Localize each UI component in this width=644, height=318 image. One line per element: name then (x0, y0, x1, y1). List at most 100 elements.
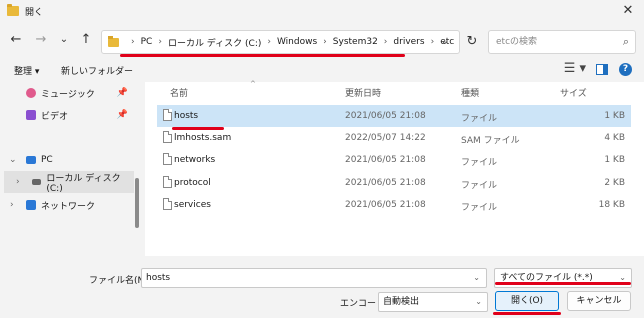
filename-input[interactable]: hosts ⌄ (141, 268, 487, 288)
file-name: lmhosts.sam (174, 133, 232, 143)
column-header-modified[interactable]: 更新日時 (345, 86, 381, 99)
column-header-size[interactable]: サイズ (560, 86, 587, 99)
chevron-right-icon[interactable]: › (16, 177, 20, 187)
file-icon (163, 109, 172, 121)
new-folder-button[interactable]: 新しいフォルダー (61, 64, 133, 77)
chevron-right-icon[interactable]: › (158, 37, 162, 47)
window-title: 開く (25, 7, 44, 18)
file-name: protocol (174, 178, 211, 188)
file-type: ファイル (461, 181, 498, 191)
chevron-down-icon[interactable]: ⌄ (441, 36, 449, 47)
file-icon (163, 153, 172, 165)
sidebar-scrollbar[interactable] (135, 178, 139, 228)
chevron-down-icon[interactable]: ⌄ (9, 155, 17, 165)
chevron-right-icon[interactable]: › (431, 37, 435, 47)
navigation-pane: ミュージック 📌 ビデオ 📌 ⌄ PC › ローカル ディスク (C:) › ネ… (0, 82, 140, 256)
chevron-right-icon[interactable]: › (384, 37, 388, 47)
pin-icon: 📌 (116, 88, 128, 98)
file-size: 18 KB (598, 200, 625, 210)
sidebar-item-pc[interactable]: ⌄ PC (0, 149, 134, 171)
sidebar-item-label: ビデオ (41, 111, 69, 122)
sidebar-item-network[interactable]: › ネットワーク (0, 194, 134, 216)
file-name: services (174, 200, 211, 210)
file-modified: 2021/06/05 21:08 (345, 200, 426, 210)
close-icon[interactable]: ✕ (620, 3, 636, 19)
address-bar[interactable]: › PC › ローカル ディスク (C:) › Windows › System… (101, 30, 460, 54)
file-size: 1 KB (604, 111, 625, 121)
file-size: 1 KB (604, 155, 625, 165)
open-button[interactable]: 開く(O) (495, 291, 559, 311)
breadcrumb-windows[interactable]: Windows (277, 37, 317, 47)
annotation-underline-filter (495, 282, 631, 285)
file-type: SAM ファイル (461, 136, 520, 146)
column-header-type[interactable]: 種類 (461, 86, 479, 99)
sidebar-item-video[interactable]: ビデオ 📌 (0, 104, 134, 126)
file-type-select[interactable]: すべてのファイル (*.*) ⌄ (494, 268, 632, 288)
chevron-down-icon: ⌄ (475, 297, 482, 306)
file-modified: 2021/06/05 21:08 (345, 111, 426, 121)
sidebar-item-label: ミュージック (41, 89, 95, 100)
sidebar-item-label: ローカル ディスク (C:) (46, 173, 121, 194)
breadcrumb-pc[interactable]: PC (141, 37, 153, 47)
sidebar-item-local-disk[interactable]: › ローカル ディスク (C:) (4, 171, 134, 194)
file-size: 2 KB (604, 178, 625, 188)
column-header-name[interactable]: 名前 (170, 86, 188, 99)
file-name: networks (174, 155, 216, 165)
chevron-down-icon[interactable]: ⌄ (473, 269, 480, 287)
video-icon (26, 110, 36, 120)
chevron-right-icon[interactable]: › (10, 200, 14, 210)
recent-locations-button[interactable]: ⌄ (54, 30, 74, 50)
folder-icon (7, 4, 19, 16)
chevron-right-icon[interactable]: › (267, 37, 271, 47)
forward-button[interactable]: → (31, 30, 51, 50)
cancel-button[interactable]: キャンセル (567, 291, 631, 311)
search-input[interactable]: etcの検索 ⌕ (488, 30, 636, 54)
network-icon (26, 200, 36, 210)
chevron-up-icon: ^ (250, 80, 256, 88)
file-type: ファイル (461, 203, 498, 213)
pin-icon: 📌 (116, 110, 128, 120)
breadcrumb-drivers[interactable]: drivers (393, 37, 424, 47)
file-modified: 2021/06/05 21:08 (345, 155, 426, 165)
file-modified: 2022/05/07 14:22 (345, 133, 426, 143)
filename-value: hosts (146, 273, 171, 283)
sidebar-item-label: ネットワーク (41, 201, 96, 212)
chevron-right-icon[interactable]: › (323, 37, 327, 47)
drive-icon (32, 179, 42, 185)
sidebar-item-label: PC (41, 155, 53, 165)
file-type: ファイル (461, 114, 498, 124)
file-type: ファイル (461, 158, 498, 168)
refresh-icon[interactable]: ↻ (462, 32, 482, 52)
navigation-bar: ← → ⌄ ↑ › PC › ローカル ディスク (C:) › Windows … (0, 22, 644, 58)
table-row[interactable]: services 2021/06/05 21:08 ファイル 18 KB (157, 194, 631, 216)
file-icon (163, 131, 172, 143)
table-row[interactable]: networks 2021/06/05 21:08 ファイル 1 KB (157, 149, 631, 171)
file-name: hosts (174, 111, 199, 121)
table-row[interactable]: protocol 2021/06/05 21:08 ファイル 2 KB (157, 172, 631, 194)
annotation-underline-open (493, 312, 561, 315)
music-icon (26, 88, 36, 98)
breadcrumb-local-disk[interactable]: ローカル ディスク (C:) (168, 36, 261, 49)
table-row[interactable]: lmhosts.sam 2022/05/07 14:22 SAM ファイル 4 … (157, 127, 631, 149)
folder-icon (108, 35, 119, 47)
encoding-select[interactable]: 自動検出 ⌄ (378, 292, 488, 312)
dialog-footer: ファイル名(N): hosts ⌄ すべてのファイル (*.*) ⌄ エンコード… (0, 256, 644, 318)
search-icon: ⌕ (622, 35, 629, 48)
title-bar: 開く ✕ (0, 0, 644, 22)
help-icon[interactable]: ? (619, 63, 632, 76)
file-icon (163, 198, 172, 210)
view-options-icon[interactable]: ☰ ▾ (564, 61, 586, 76)
table-row[interactable]: hosts 2021/06/05 21:08 ファイル 1 KB (157, 105, 631, 127)
file-modified: 2021/06/05 21:08 (345, 178, 426, 188)
organize-button[interactable]: 整理 ▾ (14, 64, 39, 77)
chevron-right-icon: › (131, 37, 135, 47)
breadcrumb-system32[interactable]: System32 (333, 37, 378, 47)
preview-pane-icon[interactable] (596, 64, 608, 75)
command-bar: 整理 ▾ 新しいフォルダー ☰ ▾ ? (0, 58, 644, 82)
sidebar-item-music[interactable]: ミュージック 📌 (0, 82, 134, 104)
search-placeholder: etcの検索 (496, 37, 538, 47)
pc-icon (26, 156, 36, 164)
up-button[interactable]: ↑ (76, 30, 96, 50)
file-icon (163, 176, 172, 188)
back-button[interactable]: ← (6, 30, 26, 50)
